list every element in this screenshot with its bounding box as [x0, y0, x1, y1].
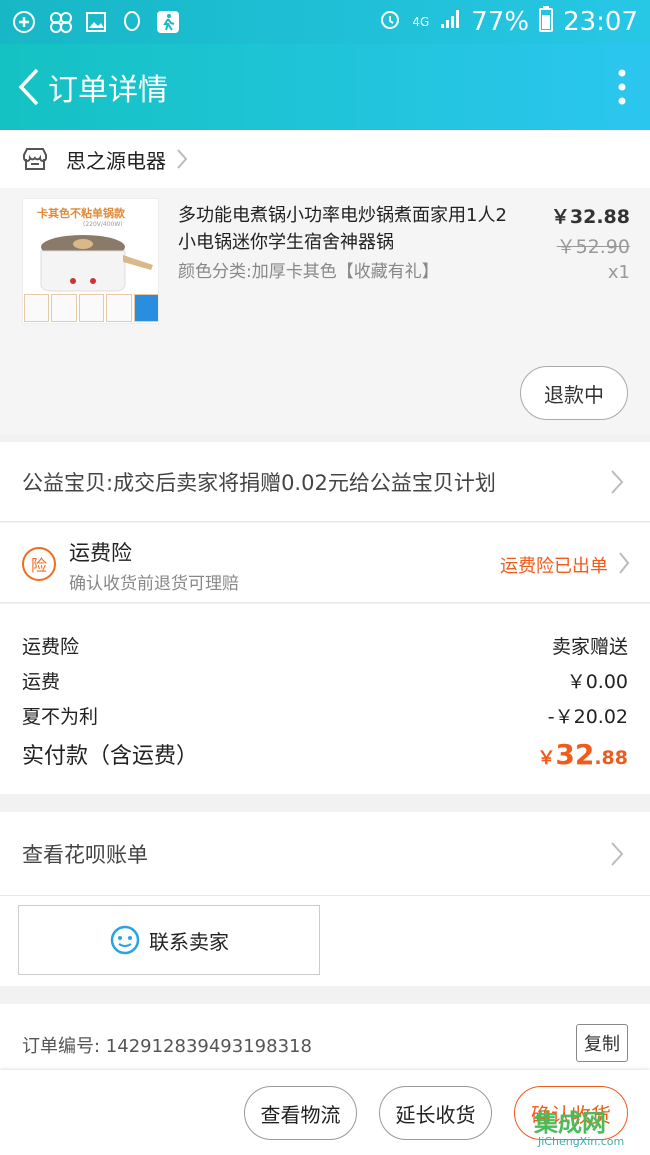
fee-row: 运费 ￥0.00	[22, 667, 628, 694]
fee-row: 夏不为利 -￥20.02	[22, 702, 628, 729]
huabei-bill-row[interactable]: 查看花呗账单	[0, 812, 650, 896]
accessory-strip	[23, 293, 158, 323]
shop-row[interactable]: 思之源电器	[0, 130, 650, 188]
total-currency: ￥	[537, 748, 556, 769]
order-number: 订单编号: 142912839493198318	[22, 1036, 312, 1057]
total-label: 实付款（含运费）	[22, 744, 199, 769]
insurance-badge-icon: 险	[22, 547, 56, 581]
chevron-left-icon	[18, 68, 39, 106]
alarm-icon	[378, 7, 402, 38]
product-original-price: ￥52.90	[556, 236, 630, 258]
view-logistics-button[interactable]: 查看物流	[244, 1086, 357, 1140]
flower-icon	[48, 10, 72, 34]
back-button[interactable]	[6, 44, 52, 130]
watermark-domain: JiChengXin.com	[538, 1135, 625, 1148]
signal-icon	[439, 7, 461, 37]
product-price: ￥32.88	[550, 206, 630, 228]
network-type: 4G	[412, 15, 430, 29]
insurance-status: 运费险已出单	[500, 556, 608, 577]
fee-label: 夏不为利	[22, 706, 99, 728]
fee-summary: 运费险 卖家赠送 运费 ￥0.00 夏不为利 -￥20.02 实付款（含运费） …	[0, 604, 650, 794]
plus-circle-icon	[12, 10, 36, 34]
product-image[interactable]: 卡其色不粘单锅款 (220V/400W)	[22, 198, 159, 324]
chevron-right-icon	[177, 149, 188, 169]
shipping-insurance-row[interactable]: 险 运费险 确认收货前退货可理赔 运费险已出单	[0, 523, 650, 603]
walk-icon	[156, 10, 180, 34]
page-title: 订单详情	[48, 73, 168, 108]
refund-status-button[interactable]: 退款中	[520, 366, 628, 420]
fee-row: 运费险 卖家赠送	[22, 632, 628, 659]
qq-icon	[120, 10, 144, 34]
watermark-logo: 集成网 JiChengXin.com	[534, 1103, 646, 1153]
extend-receipt-button[interactable]: 延长收货	[379, 1086, 492, 1140]
store-icon	[23, 148, 47, 170]
shop-name: 思之源电器	[66, 148, 166, 173]
huabei-text: 查看花呗账单	[22, 842, 148, 867]
product-sku: 颜色分类:加厚卡其色【收藏有礼】	[178, 262, 439, 282]
fee-value: ￥0.00	[566, 671, 628, 693]
watermark-text: 集成网	[534, 1109, 606, 1137]
product-card[interactable]: 卡其色不粘单锅款 (220V/400W) 多功能电煮锅小功率电炒锅煮面家用1人2…	[0, 188, 650, 434]
contact-seller-label: 联系卖家	[149, 929, 229, 954]
product-title[interactable]: 多功能电煮锅小功率电炒锅煮面家用1人2小电锅迷你学生宿舍神器锅	[178, 202, 508, 256]
battery-level: 77%	[471, 7, 530, 37]
more-menu-button[interactable]	[594, 44, 650, 130]
chevron-right-icon	[611, 841, 624, 866]
chevron-right-icon	[611, 469, 624, 494]
image-icon	[84, 10, 108, 34]
copy-order-button[interactable]: 复制	[576, 1024, 628, 1062]
charity-text: 公益宝贝:成交后卖家将捐赠0.02元给公益宝贝计划	[22, 470, 496, 495]
insurance-desc: 确认收货前退货可理赔	[69, 574, 239, 594]
battery-icon	[539, 5, 554, 39]
chevron-right-icon	[619, 552, 630, 574]
contact-seller-button[interactable]: 联系卖家	[18, 905, 320, 975]
chat-bubble-icon	[110, 925, 140, 955]
status-bar: 4G 77% 23:07	[0, 0, 650, 44]
clock: 23:07	[563, 7, 638, 37]
fee-value: -￥20.02	[547, 706, 628, 728]
fee-value: 卖家赠送	[551, 636, 628, 658]
title-bar: 订单详情	[0, 44, 650, 130]
contact-area: 联系卖家	[0, 896, 650, 986]
charity-row[interactable]: 公益宝贝:成交后卖家将捐赠0.02元给公益宝贝计划	[0, 442, 650, 522]
total-decimal: .88	[594, 747, 628, 769]
total-integer: 32	[555, 738, 595, 771]
fee-label: 运费	[22, 671, 61, 693]
fee-label: 运费险	[22, 636, 80, 658]
total-amount: ￥32.88	[537, 738, 628, 771]
more-vertical-icon	[618, 69, 626, 105]
total-row: 实付款（含运费） ￥32.88	[22, 738, 628, 771]
insurance-name: 运费险	[69, 541, 132, 565]
product-quantity: x1	[607, 262, 630, 283]
